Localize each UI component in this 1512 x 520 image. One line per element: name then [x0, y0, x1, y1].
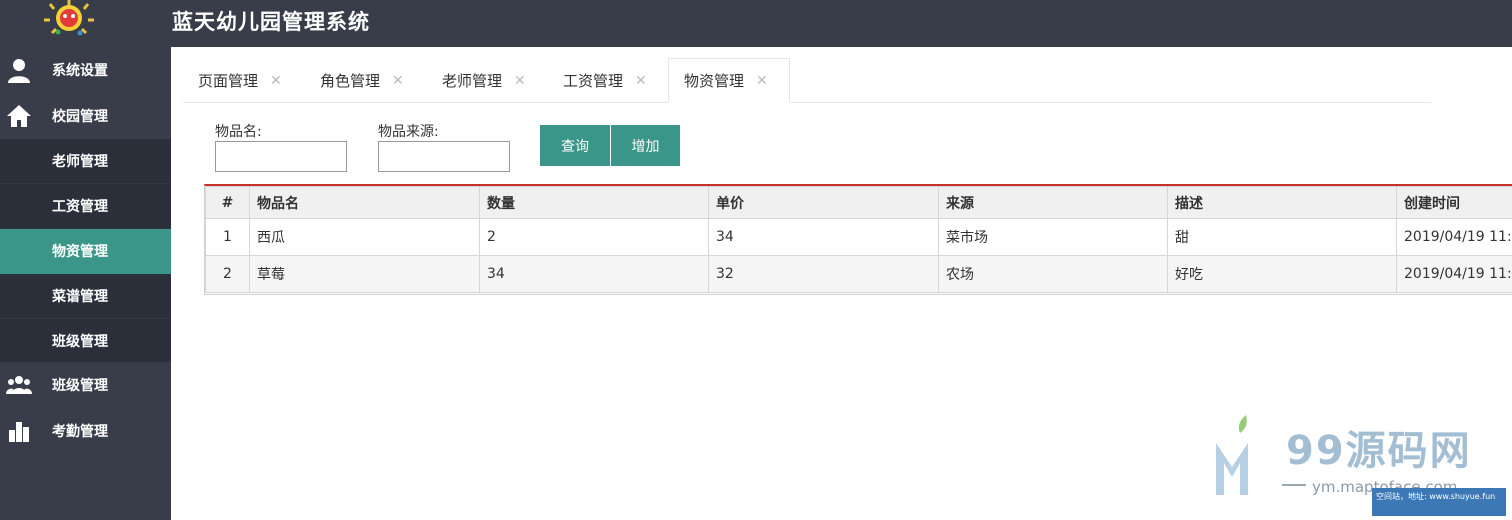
sidebar-group-attendance[interactable]: 考勤管理 [0, 408, 171, 454]
table-cell: 农场 [938, 255, 1168, 293]
sidebar-group-classes[interactable]: 班级管理 [0, 362, 171, 408]
item-name-label: 物品名: [215, 124, 262, 140]
sidebar-item-supplies[interactable]: 物资管理 [0, 229, 171, 274]
tab-teachers[interactable]: 老师管理 ✕ [427, 58, 547, 103]
sidebar-item-classes[interactable]: 班级管理 [0, 319, 171, 362]
table-cell: 草莓 [249, 255, 480, 293]
user-icon [8, 59, 30, 83]
table-header-row: # 物品名 数量 单价 来源 描述 创建时间 [205, 186, 1512, 219]
watermark-brand: 99源码网 [1286, 428, 1472, 474]
close-icon[interactable]: ✕ [392, 73, 404, 89]
table-cell: 西瓜 [249, 218, 480, 256]
item-name-input[interactable] [215, 141, 347, 172]
tab-label: 角色管理 [320, 72, 381, 90]
table-cell: 2019/04/19 11:0 [1396, 218, 1512, 256]
table-row[interactable]: 1 西瓜 2 34 菜市场 甜 2019/04/19 11:0 [205, 218, 1512, 256]
close-icon[interactable]: ✕ [635, 73, 647, 89]
table-cell: 34 [708, 218, 939, 256]
table-cell: 32 [708, 255, 939, 293]
column-header-name[interactable]: 物品名 [249, 186, 480, 219]
tab-label: 页面管理 [198, 72, 259, 90]
column-header-source[interactable]: 来源 [938, 186, 1168, 219]
sidebar-group-campus[interactable]: 校园管理 [0, 93, 171, 139]
column-header-created[interactable]: 创建时间 [1396, 186, 1512, 219]
column-header-quantity[interactable]: 数量 [479, 186, 709, 219]
item-source-input[interactable] [378, 141, 510, 172]
logo-icon [44, 0, 94, 36]
sidebar-item-teachers[interactable]: 老师管理 [0, 139, 171, 184]
tab-pages[interactable]: 页面管理 ✕ [183, 58, 303, 103]
sidebar-item-menu[interactable]: 菜谱管理 [0, 274, 171, 319]
table-cell: 菜市场 [938, 218, 1168, 256]
query-button[interactable]: 查询 [540, 125, 610, 166]
sidebar-group-system[interactable]: 系统设置 [0, 47, 171, 93]
table-cell: 1 [205, 218, 250, 256]
tab-salary[interactable]: 工资管理 ✕ [548, 58, 668, 103]
item-source-label: 物品来源: [378, 124, 439, 140]
close-icon[interactable]: ✕ [756, 73, 768, 89]
home-icon [7, 105, 31, 127]
watermark-note: 空间站，地址: www.shuyue.fun [1372, 488, 1506, 516]
tab-bar: 页面管理 ✕ 角色管理 ✕ 老师管理 ✕ 工资管理 ✕ 物资管理 ✕ [183, 58, 1431, 103]
sidebar-group-label: 班级管理 [52, 378, 108, 394]
add-button[interactable]: 增加 [611, 125, 680, 166]
table-cell: 好吃 [1167, 255, 1397, 293]
supplies-table: # 物品名 数量 单价 来源 描述 创建时间 1 西瓜 2 34 菜市场 甜 2… [204, 184, 1512, 295]
sidebar-group-label: 考勤管理 [52, 424, 108, 440]
tab-supplies[interactable]: 物资管理 ✕ [668, 58, 790, 103]
tab-label: 老师管理 [442, 72, 503, 90]
sidebar-group-label: 系统设置 [52, 63, 108, 79]
sidebar-group-label: 校园管理 [52, 109, 108, 125]
close-icon[interactable]: ✕ [270, 73, 282, 89]
column-header-description[interactable]: 描述 [1167, 186, 1397, 219]
app-title: 蓝天幼儿园管理系统 [172, 10, 370, 34]
close-icon[interactable]: ✕ [514, 73, 526, 89]
sidebar: 系统设置 校园管理 老师管理 工资管理 物资管理 菜谱管理 班级管理 班级管理 … [0, 47, 171, 520]
column-header-index[interactable]: # [205, 186, 250, 219]
tab-label: 物资管理 [684, 72, 745, 90]
table-row[interactable]: 2 草莓 34 32 农场 好吃 2019/04/19 11:0 [205, 255, 1512, 293]
users-icon [6, 376, 32, 394]
table-cell: 2019/04/19 11:0 [1396, 255, 1512, 293]
table-cell: 2 [205, 255, 250, 293]
top-header: 蓝天幼儿园管理系统 [0, 0, 1512, 47]
tab-label: 工资管理 [563, 72, 624, 90]
sidebar-item-salary[interactable]: 工资管理 [0, 184, 171, 229]
bar-chart-icon [9, 422, 29, 442]
column-header-unit-price[interactable]: 单价 [708, 186, 939, 219]
table-cell: 2 [479, 218, 709, 256]
table-cell: 甜 [1167, 218, 1397, 256]
tab-roles[interactable]: 角色管理 ✕ [305, 58, 425, 103]
table-cell: 34 [479, 255, 709, 293]
